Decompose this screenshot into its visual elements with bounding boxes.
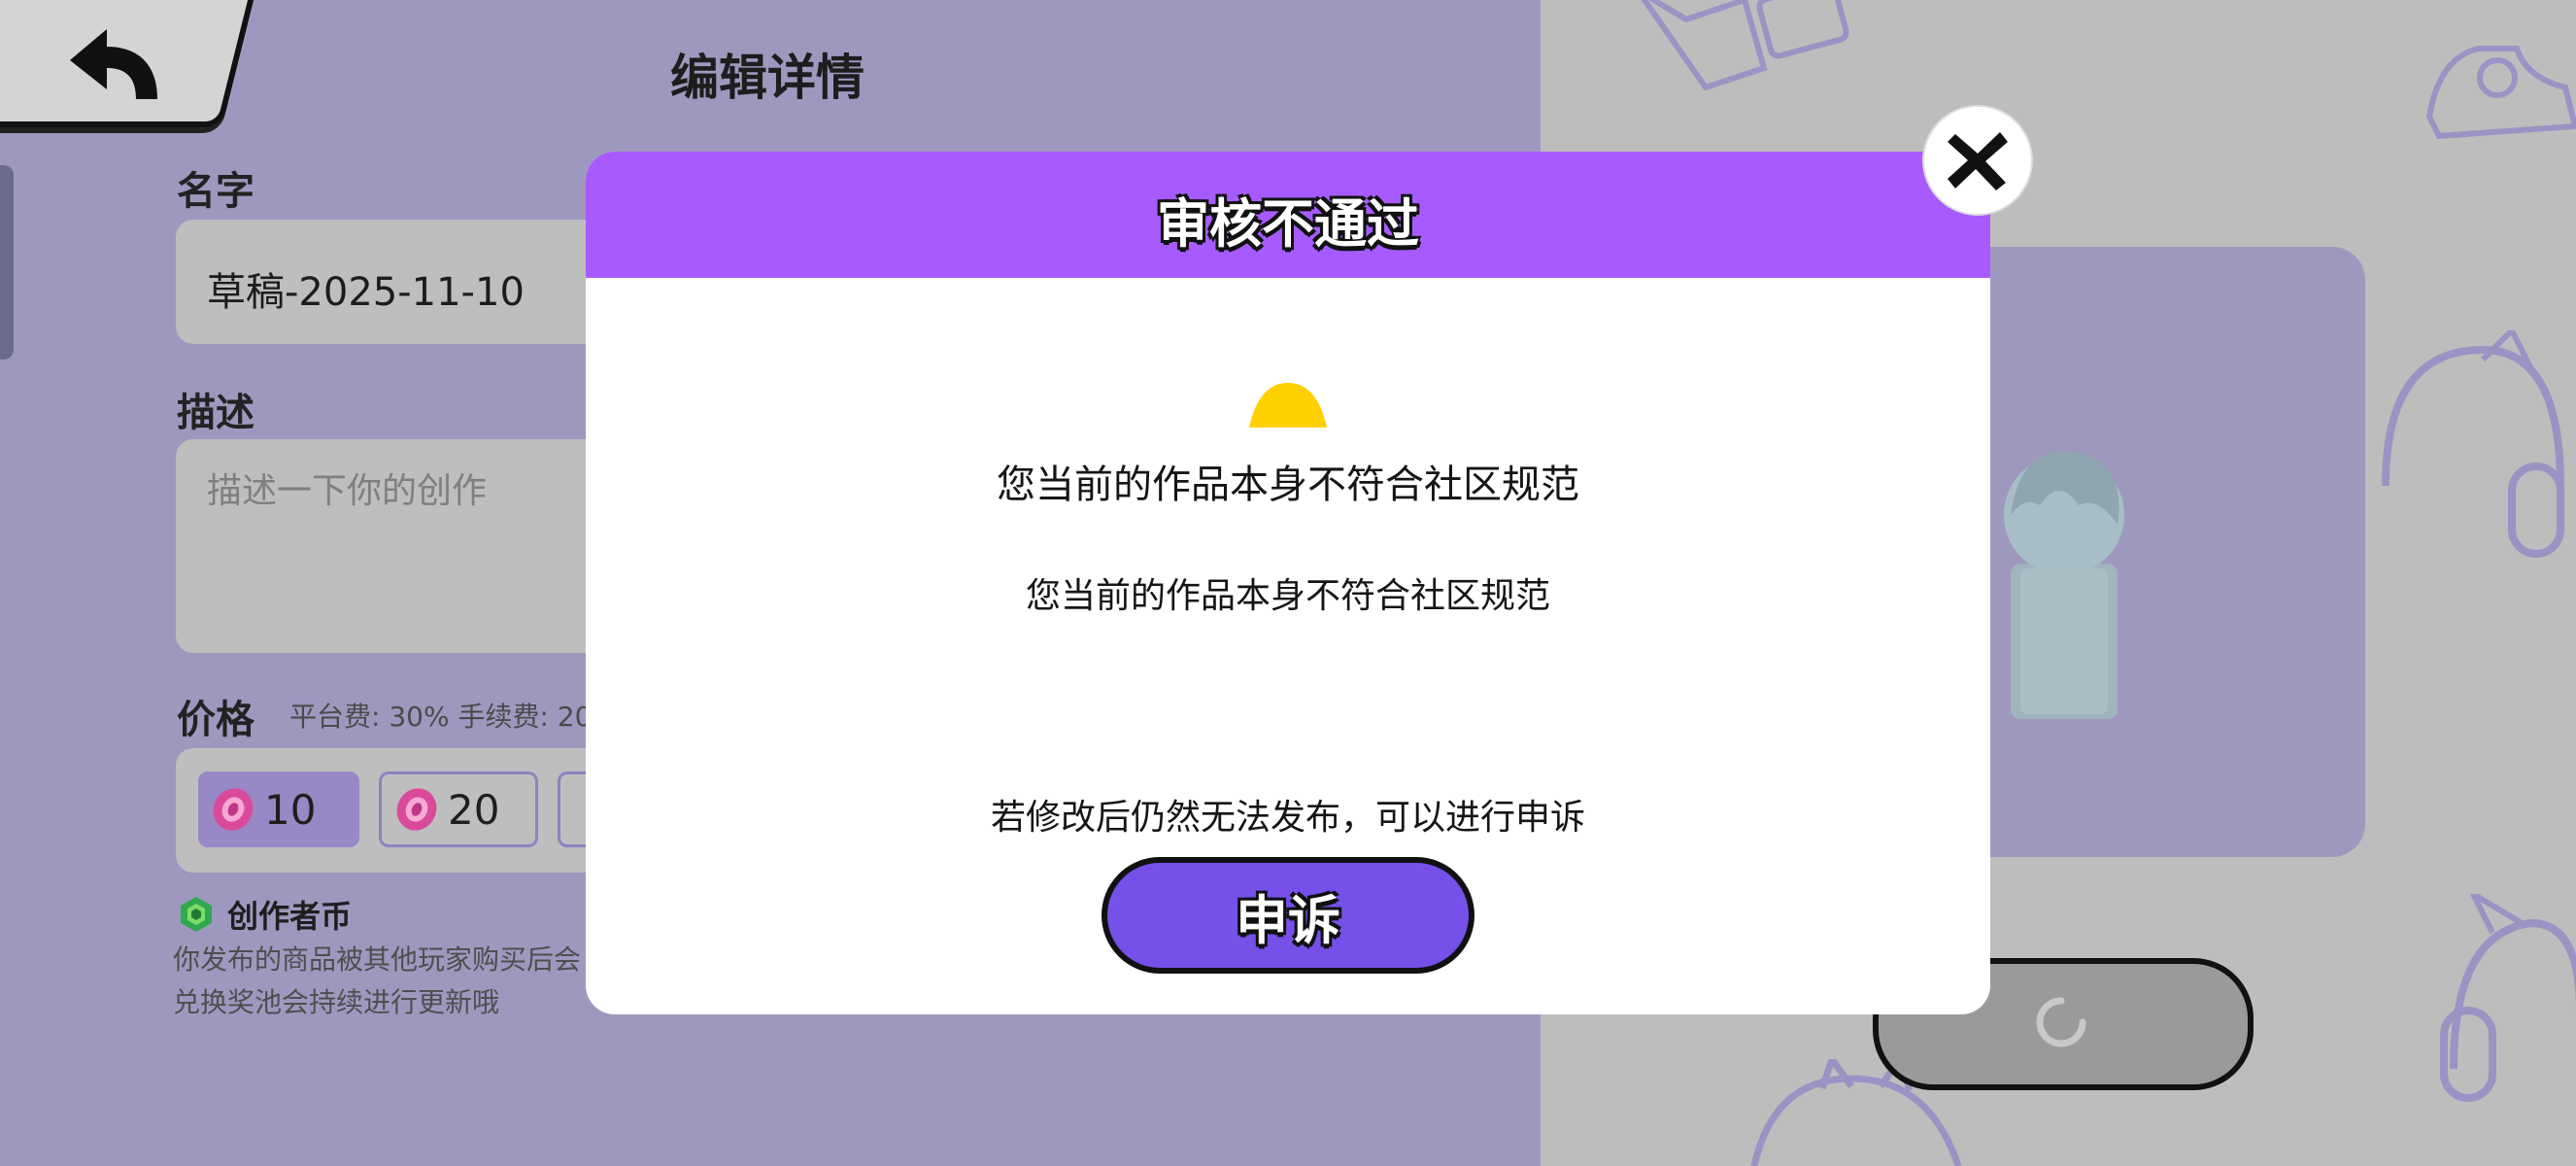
price-option-10[interactable]: 10 (198, 772, 359, 847)
creator-desc-line: 你发布的商品被其他玩家购买后会 (173, 943, 582, 976)
page-title: 编辑详情 (670, 50, 864, 106)
creator-coin-icon (181, 897, 212, 932)
review-rejected-dialog: 审核不通过 您当前的作品本身不符合社区规范 您当前的作品本身不符合社区规范 若修… (586, 152, 1990, 1014)
shoes-doodle-icon (2425, 46, 2576, 140)
warning-icon (1249, 383, 1327, 428)
headphones-doodle-icon (2382, 330, 2564, 558)
price-option-20[interactable]: 20 (379, 772, 538, 847)
creator-coin-description: 你发布的商品被其他玩家购买后会 兑换奖池会持续进行更新哦 (173, 939, 581, 1024)
name-label: 名字 (177, 169, 254, 214)
dialog-title: 审核不通过 (1157, 193, 1419, 255)
price-option-value: 10 (264, 785, 317, 834)
close-button[interactable] (1924, 107, 2031, 214)
avatar-model-icon (2004, 451, 2124, 719)
description-label: 描述 (177, 391, 254, 435)
creator-desc-line: 兑换奖池会持续进行更新哦 (173, 986, 500, 1018)
dialog-message-main: 您当前的作品本身不符合社区规范 (997, 463, 1579, 507)
appeal-button-label: 申诉 (1236, 889, 1340, 951)
dialog-message-sub: 您当前的作品本身不符合社区规范 (1025, 576, 1550, 616)
side-tab[interactable] (0, 165, 14, 360)
dialog-appeal-hint: 若修改后仍然无法发布，可以进行申诉 (990, 798, 1585, 838)
back-arrow-icon[interactable] (66, 25, 163, 101)
coin-icon (213, 788, 254, 831)
close-icon (1948, 132, 2008, 190)
loading-spinner-icon (2036, 997, 2086, 1047)
description-field[interactable]: 描述一下你的创作 (176, 439, 623, 653)
price-label: 价格 (177, 698, 254, 742)
creator-coin-row: 创作者币 (177, 892, 352, 937)
clothes-doodle-icon (1641, 0, 1849, 91)
price-options: 10 20 (176, 748, 623, 873)
coin-icon (396, 788, 437, 831)
appeal-button[interactable]: 申诉 (1102, 857, 1474, 974)
headphones-doodle-icon (2440, 894, 2576, 1102)
price-fee-hint: 平台费: 30% 手续费: 20 (289, 701, 593, 733)
name-field[interactable]: 草稿-2025-11-10 (176, 220, 623, 344)
creator-coin-label: 创作者币 (227, 898, 353, 935)
price-option-value: 20 (448, 785, 500, 834)
